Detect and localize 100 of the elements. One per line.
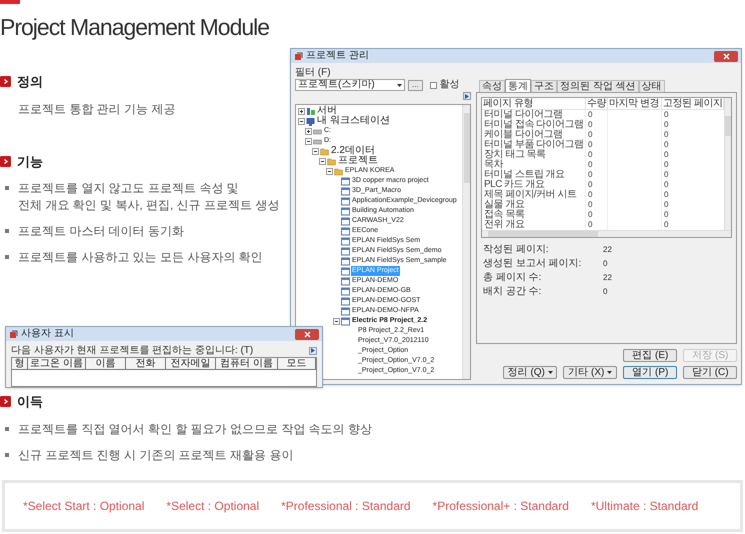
dialog-button[interactable]: 편집 (E) xyxy=(623,349,678,362)
stat-label: 총 페이지 수: xyxy=(483,272,542,284)
arrow-icon xyxy=(311,348,315,353)
document-icon xyxy=(341,226,350,236)
bullet-text: 신규 프로젝트 진행 시 기존의 프로젝트 재활용 용이 xyxy=(18,446,294,464)
dialog-message: 다음 사용자가 현재 프로젝트를 편집하는 중입니다: (T) xyxy=(11,345,254,356)
table-cell: 0 xyxy=(586,170,608,180)
edition-label: *Select Start : Optional xyxy=(23,498,144,515)
table-cell: 장치 태그 목록 xyxy=(482,150,586,160)
close-button[interactable] xyxy=(714,50,738,62)
stat-value: 22 xyxy=(603,244,613,256)
column-header[interactable]: 페이지 유형 xyxy=(482,98,586,110)
dialog-button[interactable]: 기타 (X) xyxy=(563,366,618,379)
edition-label: *Professional : Standard xyxy=(281,498,411,515)
column-header[interactable]: 컴퓨터 이름 xyxy=(216,358,278,370)
table-cell: 목차 xyxy=(482,160,586,170)
tree-item[interactable]: 프로젝트 xyxy=(337,156,379,166)
tab[interactable]: 상태 xyxy=(638,80,665,92)
document-icon xyxy=(341,246,350,256)
close-icon xyxy=(304,330,310,338)
computer-icon xyxy=(306,116,315,126)
table-cell-text: 0 xyxy=(663,150,670,160)
table-cell: 0 xyxy=(586,120,608,130)
tab[interactable]: 통계 xyxy=(505,79,531,92)
column-header[interactable]: 모드 xyxy=(278,358,316,370)
bullet-text: 프로젝트를 직접 열어서 확인 할 필요가 없으므로 작업 속도의 향상 xyxy=(18,420,372,438)
document-icon xyxy=(341,296,350,306)
tab[interactable]: 구조 xyxy=(531,80,557,92)
checkbox-label: 활성 xyxy=(440,80,460,90)
column-header[interactable]: 전자메일 xyxy=(166,358,216,370)
scrollbar[interactable] xyxy=(724,98,732,230)
close-icon xyxy=(722,52,730,60)
column-header[interactable]: 이름 xyxy=(86,358,126,370)
table-cell: 터미널 스트립 개요 xyxy=(482,170,586,180)
dialog-button[interactable]: 닫기 (C) xyxy=(683,366,738,379)
close-button[interactable] xyxy=(295,328,319,340)
tree-item[interactable]: 내 워크스테이션 xyxy=(316,116,391,126)
section-heading: 기능 xyxy=(17,152,43,170)
page-title: Project Management Module xyxy=(0,13,270,42)
bullet-text: 프로젝트를 사용하고 있는 모든 사용자의 확인 xyxy=(18,249,263,266)
edition-label: *Professional+ : Standard xyxy=(432,498,569,515)
table-cell: 접속 목록 xyxy=(482,210,586,220)
app-icon xyxy=(9,330,18,338)
browse-button[interactable]: ... xyxy=(408,80,423,90)
description-text: 프로젝트 통합 관리 기능 제공 xyxy=(18,100,176,118)
table-cell: 0 xyxy=(586,210,608,220)
chevron-icon xyxy=(0,396,11,408)
active-checkbox[interactable] xyxy=(430,82,437,88)
column-header[interactable]: 로그온 이름 xyxy=(28,358,86,370)
bullet-icon xyxy=(5,255,9,259)
document-icon xyxy=(341,316,350,326)
document-icon xyxy=(341,186,350,196)
dialog-button[interactable]: 열기 (P) xyxy=(623,366,678,379)
expand-button[interactable] xyxy=(309,346,317,354)
expand-button[interactable] xyxy=(463,92,471,100)
caret-icon xyxy=(607,371,612,374)
table-cell-text: 0 xyxy=(663,170,670,180)
bullet-icon xyxy=(5,186,9,190)
scrollbar[interactable] xyxy=(462,105,470,379)
accent-bar xyxy=(0,0,20,4)
window-title: 프로젝트 관리 xyxy=(306,50,369,62)
table-cell: 터미널 부품 다이어그램 xyxy=(482,140,586,150)
column-header[interactable]: 마지막 변경 xyxy=(608,98,662,110)
caret-icon xyxy=(548,371,553,374)
column-header[interactable]: 수량 xyxy=(586,98,608,110)
table-cell: 0 xyxy=(586,200,608,210)
edition-label: *Ultimate : Standard xyxy=(590,498,698,515)
dialog-button[interactable]: 정리 (Q) xyxy=(503,366,558,379)
stat-label: 작성된 페이지: xyxy=(483,244,550,256)
table-cell: PLC 카드 개요 xyxy=(482,180,586,190)
table-cell: 0 xyxy=(586,150,608,160)
table-cell-text: 0 xyxy=(663,130,670,140)
document-icon xyxy=(341,196,350,206)
document-icon xyxy=(341,266,350,276)
filter-dropdown[interactable]: 프로젝트(스키마) xyxy=(295,79,405,91)
column-header[interactable]: 형 xyxy=(12,358,28,370)
window-title: 사용자 표시 xyxy=(21,328,74,340)
filter-label: 필터 (F) xyxy=(295,67,332,78)
table-cell-text: 0 xyxy=(663,180,670,190)
caret-icon xyxy=(397,84,402,86)
table-cell: 케이블 다이어그램 xyxy=(482,130,586,140)
table-cell-text: 0 xyxy=(663,210,670,220)
stat-value: 0 xyxy=(603,286,608,298)
tab[interactable]: 속성 xyxy=(479,80,505,92)
document-icon xyxy=(341,276,350,286)
tree-item[interactable]: 2.2데이터 xyxy=(330,146,376,156)
bullet-text: 프로젝트를 열지 않고도 프로젝트 속성 및 전체 개요 확인 및 복사, 편집, 신규 프로젝트 생성 xyxy=(18,180,280,214)
edition-label: *Select : Optional xyxy=(166,498,260,515)
stat-value: 0 xyxy=(603,258,608,270)
chevron-icon xyxy=(0,156,11,167)
column-header[interactable]: 전화 xyxy=(126,358,166,370)
bullet-icon xyxy=(5,452,9,456)
section-heading: 이득 xyxy=(17,393,43,411)
document-icon xyxy=(341,176,350,186)
arrow-icon xyxy=(465,94,469,98)
tab[interactable]: 정의된 작업 섹션 xyxy=(557,80,639,92)
scrollbar[interactable] xyxy=(482,230,732,237)
chevron-icon xyxy=(0,76,11,88)
tree-item[interactable]: 서버 xyxy=(316,106,338,116)
table-cell-text: 0 xyxy=(663,220,670,230)
